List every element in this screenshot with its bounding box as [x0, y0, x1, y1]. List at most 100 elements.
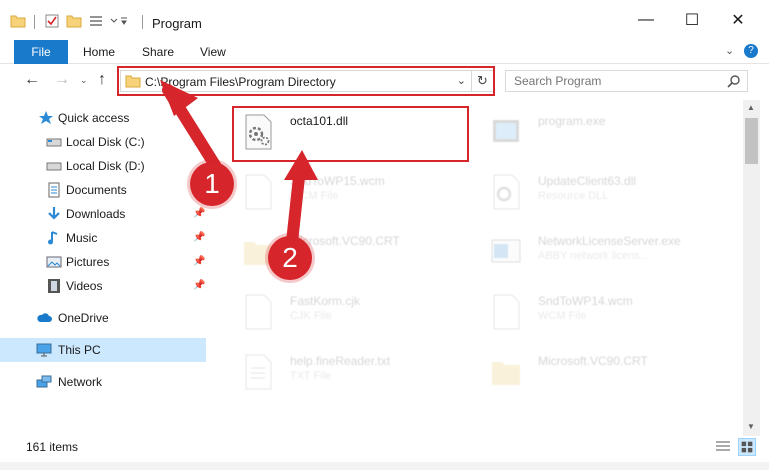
sidebar-item-label: Videos — [66, 279, 103, 293]
expand-ribbon-icon[interactable]: ⌄ — [725, 44, 734, 57]
computer-icon — [36, 343, 52, 357]
address-highlight-box — [117, 66, 495, 96]
file-name: SndToWP15.wcm — [290, 174, 385, 188]
new-folder-icon[interactable] — [66, 14, 82, 28]
minimize-button[interactable]: — — [623, 0, 669, 40]
file-item[interactable]: NetworkLicenseServer.exe ABBY network li… — [480, 226, 730, 282]
file-type: CJK File — [290, 310, 332, 322]
file-item[interactable]: SndToWP15.wcm WCM File — [232, 166, 482, 222]
details-view-icon[interactable] — [714, 438, 732, 456]
back-arrow-icon[interactable]: ← — [24, 71, 40, 89]
pictures-icon — [46, 256, 62, 268]
pin-icon[interactable]: 📌 — [193, 208, 205, 219]
dll-gear-icon — [493, 174, 520, 210]
view-options-icon[interactable] — [88, 14, 104, 28]
file-icon — [245, 174, 272, 210]
sidebar-item-label: Network — [58, 375, 103, 389]
file-type: Resource DLL — [538, 190, 609, 202]
sidebar-item-label: Local Disk (D:) — [66, 159, 145, 173]
pin-icon[interactable]: 📌 — [193, 280, 205, 291]
scroll-up-icon[interactable]: ▲ — [747, 103, 755, 112]
file-item[interactable]: SndToWP14.wcm WCM File — [480, 286, 730, 342]
sidebar-item-downloads[interactable]: Downloads 📌 — [0, 202, 206, 226]
sidebar-item-local-disk-c[interactable]: Local Disk (C:) 📌 — [0, 130, 206, 154]
file-name: FastKorm.cjk — [290, 294, 361, 308]
customize-toolbar-icon[interactable] — [108, 14, 130, 28]
close-button[interactable]: ✕ — [715, 0, 761, 40]
videos-icon — [48, 279, 60, 293]
window-title: Program — [152, 16, 202, 31]
file-type: WCM File — [538, 310, 587, 322]
recent-locations-icon[interactable]: ⌄ — [80, 75, 88, 86]
file-name: SndToWP14.wcm — [538, 294, 633, 308]
sidebar-item-music[interactable]: Music 📌 — [0, 226, 206, 250]
tab-home[interactable]: Home — [83, 45, 115, 59]
sidebar-item-label: Pictures — [66, 255, 110, 269]
sidebar-item-label: Documents — [66, 183, 127, 197]
help-icon[interactable]: ? — [744, 44, 758, 58]
title-separator — [142, 15, 143, 29]
callout-step-2: 2 — [268, 236, 312, 280]
vertical-scrollbar[interactable]: ▲ ▼ — [743, 100, 760, 436]
file-item[interactable]: help.fineReader.txt TXT File — [232, 346, 482, 402]
text-file-icon — [245, 354, 272, 390]
search-icon[interactable] — [727, 74, 741, 88]
title-bar: Program — ☐ ✕ — [0, 0, 769, 40]
tab-view[interactable]: View — [200, 45, 226, 59]
file-icon — [493, 294, 520, 330]
drive-icon — [46, 138, 62, 147]
documents-icon — [48, 182, 60, 198]
callout-step-1: 1 — [190, 162, 234, 206]
file-item[interactable]: Microsoft.VC90.CRT — [480, 346, 730, 402]
sidebar-item-label: OneDrive — [58, 311, 109, 325]
forward-arrow-icon[interactable]: → — [54, 71, 70, 89]
tab-file[interactable]: File — [14, 40, 68, 64]
sidebar-item-documents[interactable]: Documents — [0, 178, 206, 202]
properties-icon[interactable] — [44, 14, 60, 28]
sidebar-item-this-pc[interactable]: This PC — [0, 338, 206, 362]
navigation-pane: Quick access Local Disk (C:) 📌 Local Dis… — [0, 100, 208, 436]
title-separator — [34, 15, 35, 29]
maximize-button[interactable]: ☐ — [669, 0, 715, 40]
sidebar-item-videos[interactable]: Videos 📌 — [0, 274, 206, 298]
pin-icon[interactable]: 📌 — [193, 256, 205, 267]
ribbon-tabs: File Home Share View ⌄ ? — [0, 40, 769, 64]
sidebar-item-pictures[interactable]: Pictures 📌 — [0, 250, 206, 274]
file-name: Microsoft.VC90.CRT — [538, 354, 648, 368]
cloud-icon — [37, 313, 52, 322]
status-bar: 161 items — [0, 436, 769, 462]
file-type: TXT File — [290, 370, 332, 382]
sidebar-item-local-disk-d[interactable]: Local Disk (D:) — [0, 154, 206, 178]
sidebar-item-quick-access[interactable]: Quick access — [0, 106, 206, 130]
drive-icon — [46, 162, 62, 171]
music-icon — [48, 231, 58, 245]
file-name: UpdateClient63.dll — [538, 174, 637, 188]
sidebar-item-label: This PC — [58, 343, 101, 357]
file-highlight-box — [232, 106, 469, 162]
file-item[interactable]: program.exe — [480, 106, 730, 162]
large-icons-view-icon[interactable] — [738, 438, 756, 456]
sidebar-item-network[interactable]: Network — [0, 370, 206, 394]
file-name: NetworkLicenseServer.exe — [538, 234, 681, 248]
network-icon — [36, 375, 52, 388]
sidebar-item-label: Quick access — [58, 111, 130, 125]
file-icon — [245, 294, 272, 330]
file-item[interactable]: UpdateClient63.dll Resource DLL — [480, 166, 730, 222]
search-input[interactable] — [514, 71, 724, 91]
up-arrow-icon[interactable]: ↑ — [98, 71, 106, 89]
scroll-down-icon[interactable]: ▼ — [747, 422, 755, 431]
scrollbar-thumb[interactable] — [745, 118, 758, 164]
download-icon — [48, 207, 60, 220]
pin-icon[interactable]: 📌 — [193, 136, 205, 147]
file-item[interactable]: FastKorm.cjk CJK File — [232, 286, 482, 342]
folder-icon — [10, 15, 26, 28]
file-name: help.fineReader.txt — [290, 354, 391, 368]
file-type: ABBY network licens... — [538, 250, 650, 262]
sidebar-item-onedrive[interactable]: OneDrive — [0, 306, 206, 330]
pin-icon[interactable]: 📌 — [193, 232, 205, 243]
sidebar-item-label: Music — [66, 231, 98, 245]
exe-icon — [491, 239, 521, 263]
search-box[interactable] — [505, 70, 748, 92]
star-icon — [39, 111, 53, 124]
tab-share[interactable]: Share — [142, 45, 174, 59]
